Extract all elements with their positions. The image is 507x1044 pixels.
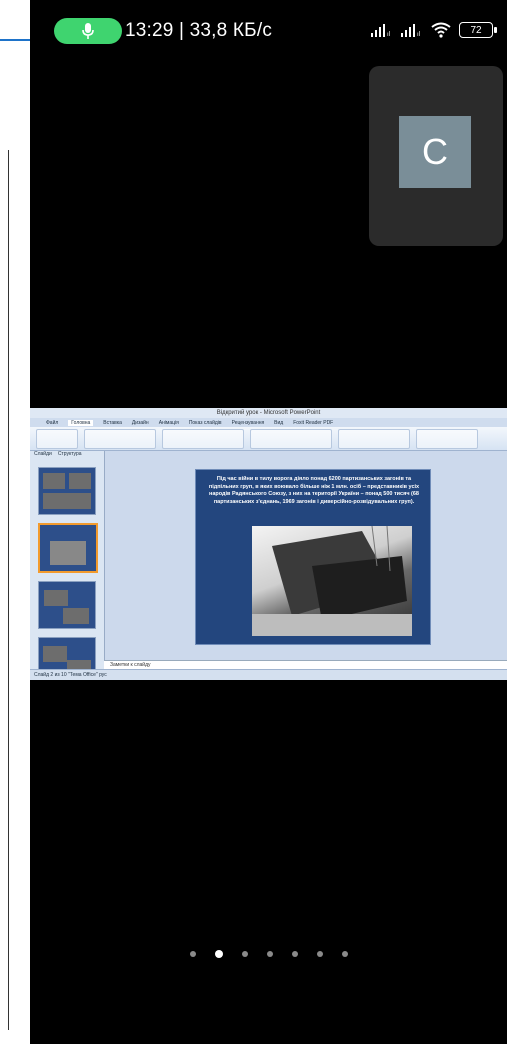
time-and-network-speed: 13:29 | 33,8 КБ/с bbox=[125, 20, 273, 41]
shared-screen-view[interactable]: Відкритий урок - Microsoft PowerPoint Фа… bbox=[30, 408, 507, 680]
page-dot[interactable] bbox=[266, 951, 273, 957]
current-slide: Під час війни в тилу ворога діяло понад … bbox=[195, 469, 431, 645]
ribbon-tabs: Файл Головна Вставка Дизайн Анімація Пок… bbox=[30, 418, 507, 427]
active-mic-indicator[interactable] bbox=[54, 18, 122, 44]
background-app-edge bbox=[0, 0, 30, 1044]
ribbon-group-paragraph bbox=[250, 429, 332, 449]
page-dot[interactable] bbox=[316, 951, 323, 957]
ribbon-body bbox=[30, 427, 507, 451]
status-icons: ıl ıl 72 bbox=[371, 22, 497, 38]
ribbon-tab: Дизайн bbox=[131, 419, 149, 426]
ribbon-group-clipboard bbox=[36, 429, 78, 449]
slides-panel: Слайди Структура bbox=[30, 451, 105, 680]
page-dot-active[interactable] bbox=[214, 950, 223, 958]
ribbon-group-drawing bbox=[338, 429, 410, 449]
ribbon-group-editing bbox=[416, 429, 478, 449]
page-dot[interactable] bbox=[189, 951, 196, 957]
powerpoint-workspace: Слайди Структура Під час війни в тилу во… bbox=[30, 451, 507, 680]
ribbon-tab: Вставка bbox=[103, 419, 122, 426]
signal-icon: ıl bbox=[371, 24, 391, 37]
divider-line bbox=[8, 150, 9, 1030]
panel-tabs: Слайди Структура bbox=[30, 451, 104, 459]
ribbon-tab: Вид bbox=[274, 419, 284, 426]
accent-line bbox=[0, 39, 30, 41]
participant-avatar: C bbox=[399, 116, 471, 188]
wifi-icon bbox=[431, 22, 451, 38]
slide-stage: Під час війни в тилу ворога діяло понад … bbox=[105, 451, 507, 670]
svg-text:ıl: ıl bbox=[387, 31, 391, 37]
battery-icon: 72 bbox=[459, 22, 497, 38]
page-dot[interactable] bbox=[241, 951, 248, 957]
slide-thumbnail-selected bbox=[38, 523, 98, 573]
status-bar: 13:29 | 33,8 КБ/с ıl ıl 72 bbox=[30, 14, 507, 46]
panel-tab-outline: Структура bbox=[57, 451, 82, 457]
ribbon-tab: Головна bbox=[68, 419, 94, 426]
powerpoint-title-bar: Відкритий урок - Microsoft PowerPoint bbox=[30, 408, 507, 418]
svg-text:ıl: ıl bbox=[417, 31, 421, 37]
ribbon-group-font bbox=[162, 429, 244, 449]
ribbon-tab: Показ слайдів bbox=[188, 419, 222, 426]
slide-thumbnail bbox=[38, 581, 96, 629]
page-dot[interactable] bbox=[341, 951, 348, 957]
window-title: Відкритий урок - Microsoft PowerPoint bbox=[216, 410, 321, 416]
slide-photo-train-wreck bbox=[252, 526, 412, 636]
signal-icon-sim2: ıl bbox=[401, 24, 421, 37]
panel-tab-slides: Слайди bbox=[34, 451, 52, 457]
ribbon-group-slides bbox=[84, 429, 156, 449]
page-dot[interactable] bbox=[291, 951, 298, 957]
participant-tile[interactable]: C bbox=[369, 66, 503, 246]
slide-thumbnail bbox=[38, 467, 96, 515]
powerpoint-status-bar: Слайд 2 из 10 "Тема Office" рус bbox=[30, 669, 507, 680]
ribbon-tab: Foxit Reader PDF bbox=[293, 419, 334, 426]
microphone-icon bbox=[82, 23, 94, 39]
ribbon-tab: Рецензування bbox=[231, 419, 265, 426]
slide-text: Під час війни в тилу ворога діяло понад … bbox=[208, 476, 420, 505]
ribbon-tab: Анімація bbox=[158, 419, 179, 426]
phone-screen: 13:29 | 33,8 КБ/с ıl ıl 72 C Відкритий у… bbox=[30, 0, 507, 1044]
ribbon-tab: Файл bbox=[46, 419, 59, 426]
page-indicator[interactable] bbox=[30, 950, 507, 958]
